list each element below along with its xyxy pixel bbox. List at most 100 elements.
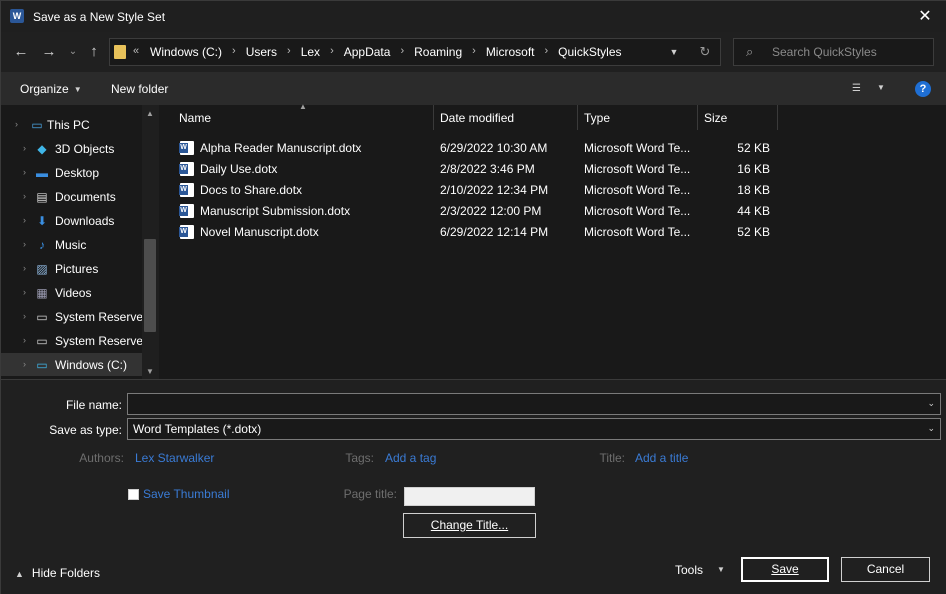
table-row[interactable]: Manuscript Submission.dotx 2/3/2022 12:0…	[176, 200, 776, 221]
page-title-input[interactable]	[404, 487, 535, 506]
cube-icon: ◆	[37, 142, 47, 156]
expand-chevron-icon[interactable]: ›	[23, 239, 26, 249]
breadcrumb-separator-icon[interactable]: ›	[536, 45, 558, 59]
column-header-size[interactable]: Size	[698, 105, 778, 130]
table-row[interactable]: Docs to Share.dotx 2/10/2022 12:34 PM Mi…	[176, 179, 776, 200]
save-button[interactable]: Save	[741, 557, 829, 582]
expand-chevron-icon[interactable]: ›	[23, 167, 26, 177]
help-icon[interactable]: ?	[915, 81, 931, 97]
scroll-down-icon[interactable]: ▼	[146, 367, 154, 376]
expand-chevron-icon[interactable]: ›	[23, 335, 26, 345]
nav-item-pictures[interactable]: › ▨ Pictures	[1, 257, 142, 280]
view-options-icon[interactable]: ☰	[852, 83, 868, 95]
chevron-down-icon: ▼	[73, 85, 82, 94]
nav-item-label: 3D Objects	[55, 142, 115, 156]
back-arrow-icon[interactable]: ←	[11, 42, 31, 62]
title-field[interactable]: Add a title	[635, 451, 688, 465]
breadcrumb-appdata[interactable]: AppData	[343, 45, 392, 59]
desktop-icon: ▬	[36, 166, 48, 180]
recent-locations-chevron-icon[interactable]: ⌄	[63, 42, 83, 62]
nav-item-system-reserved[interactable]: › ▭ System Reserved	[1, 305, 150, 328]
pictures-icon: ▨	[36, 262, 48, 276]
word-app-icon: W	[10, 9, 24, 23]
window-title: Save as a New Style Set	[33, 10, 166, 24]
column-header-date-modified[interactable]: Date modified	[434, 105, 578, 130]
nav-item-label: This PC	[47, 118, 90, 132]
nav-item-desktop[interactable]: › ▬ Desktop	[1, 161, 142, 184]
expand-chevron-icon[interactable]: ›	[23, 143, 26, 153]
breadcrumb-separator-icon[interactable]: ›	[321, 45, 343, 59]
organize-label: Organize	[20, 82, 69, 96]
address-dropdown-icon[interactable]: ▼	[666, 44, 682, 60]
nav-item-downloads[interactable]: › ⬇ Downloads	[1, 209, 142, 232]
authors-label: Authors:	[79, 451, 124, 465]
close-button[interactable]: ✕	[911, 6, 939, 28]
breadcrumb-overflow[interactable]: «	[133, 45, 139, 57]
nav-item-label: Music	[55, 238, 87, 252]
breadcrumb-separator-icon[interactable]: ›	[223, 45, 245, 59]
forward-arrow-icon[interactable]: →	[39, 42, 59, 62]
breadcrumb-lex[interactable]: Lex	[300, 45, 321, 59]
breadcrumb-separator-icon[interactable]: ›	[278, 45, 300, 59]
authors-field[interactable]: Lex Starwalker	[135, 451, 214, 465]
expand-chevron-icon[interactable]: ›	[23, 311, 26, 321]
file-name-combo[interactable]: ⌄	[127, 393, 941, 415]
nav-item-music[interactable]: › ♪ Music	[1, 233, 142, 256]
column-divider[interactable]	[777, 105, 778, 130]
nav-item-videos[interactable]: › ▦ Videos	[1, 281, 142, 304]
search-box[interactable]: ⌕	[733, 38, 934, 66]
table-row[interactable]: Daily Use.dotx 2/8/2022 3:46 PM Microsof…	[176, 158, 776, 179]
breadcrumb-quickstyles[interactable]: QuickStyles	[557, 45, 622, 59]
save-as-type-label: Save as type:	[49, 423, 122, 437]
column-header-type[interactable]: Type	[578, 105, 698, 130]
nav-item-this-pc[interactable]: › ▭ This PC	[1, 113, 142, 136]
table-row[interactable]: Novel Manuscript.dotx 6/29/2022 12:14 PM…	[176, 221, 776, 242]
organize-button[interactable]: Organize ▼	[20, 82, 82, 96]
hide-folders-label: Hide Folders	[31, 566, 100, 580]
chevron-down-icon[interactable]: ⌄	[927, 423, 935, 434]
nav-item-label: Windows (C:)	[55, 358, 128, 372]
nav-item-windows-c[interactable]: › ▭ Windows (C:)	[1, 353, 142, 376]
save-as-type-select[interactable]: Word Templates (*.dotx) ⌄	[127, 418, 941, 440]
expand-chevron-icon[interactable]: ›	[23, 191, 26, 201]
change-title-button[interactable]: Change Title...	[403, 513, 536, 538]
hide-folders-button[interactable]: ▲ Hide Folders	[15, 566, 100, 580]
breadcrumb-microsoft[interactable]: Microsoft	[485, 45, 536, 59]
refresh-icon[interactable]: ↻	[696, 43, 714, 61]
expand-chevron-icon[interactable]: ›	[15, 119, 18, 129]
expand-chevron-icon[interactable]: ›	[23, 215, 26, 225]
chevron-down-icon[interactable]: ⌄	[927, 398, 935, 409]
nav-item-3d-objects[interactable]: › ◆ 3D Objects	[1, 137, 142, 160]
computer-icon: ▭	[31, 118, 43, 132]
chevron-down-icon[interactable]: ▼	[877, 83, 885, 92]
tags-field[interactable]: Add a tag	[385, 451, 436, 465]
tools-button[interactable]: Tools	[675, 563, 703, 577]
column-header-name[interactable]: Name ▲	[173, 102, 433, 130]
expand-chevron-icon[interactable]: ›	[23, 287, 26, 297]
up-arrow-icon[interactable]: ↑	[84, 42, 104, 62]
breadcrumb-separator-icon[interactable]: ›	[391, 45, 413, 59]
breadcrumb-windows-c[interactable]: Windows (C:)	[149, 45, 223, 59]
scroll-up-icon[interactable]: ▲	[146, 109, 154, 118]
file-name: Novel Manuscript.dotx	[200, 225, 319, 239]
nav-item-system-reserved-2[interactable]: › ▭ System Reserved	[1, 329, 150, 352]
breadcrumb-users[interactable]: Users	[245, 45, 278, 59]
scroll-thumb[interactable]	[144, 239, 156, 332]
table-row[interactable]: Alpha Reader Manuscript.dotx 6/29/2022 1…	[176, 137, 776, 158]
save-thumbnail-label[interactable]: Save Thumbnail	[143, 487, 230, 501]
search-input[interactable]	[772, 44, 922, 60]
save-as-type-value: Word Templates (*.dotx)	[133, 422, 262, 436]
file-name-input[interactable]	[133, 397, 903, 411]
expand-chevron-icon[interactable]: ›	[23, 263, 26, 273]
breadcrumb-roaming[interactable]: Roaming	[413, 45, 463, 59]
new-folder-button[interactable]: New folder	[111, 82, 168, 96]
expand-chevron-icon[interactable]: ›	[23, 359, 26, 369]
breadcrumb-separator-icon[interactable]: ›	[463, 45, 485, 59]
nav-pane-scrollbar[interactable]: ▲ ▼	[142, 105, 159, 379]
nav-item-documents[interactable]: › ▤ Documents	[1, 185, 142, 208]
chevron-down-icon[interactable]: ▼	[717, 565, 725, 574]
save-thumbnail-checkbox[interactable]	[128, 489, 139, 500]
word-document-icon	[179, 225, 194, 239]
cancel-button[interactable]: Cancel	[841, 557, 930, 582]
address-bar[interactable]: « Windows (C:) › Users › Lex › AppData ›…	[109, 38, 721, 66]
